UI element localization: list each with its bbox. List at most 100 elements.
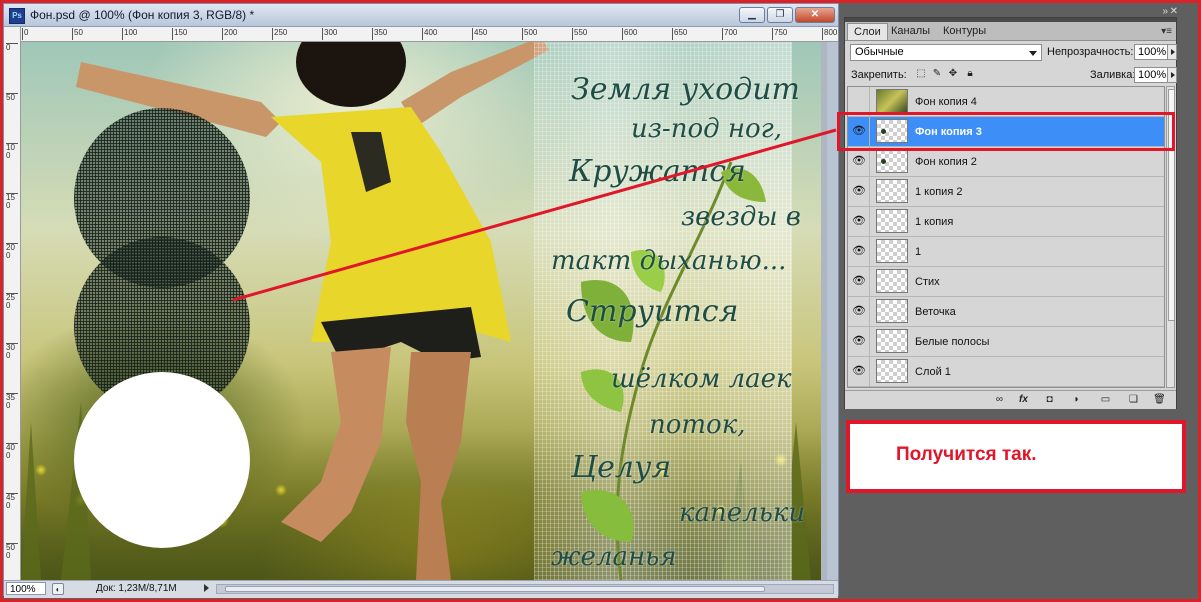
- ruler-tick-label: 450: [472, 28, 487, 40]
- ruler-tick-label: 250: [272, 28, 287, 40]
- layer-row[interactable]: 👁︎ Веточка: [848, 297, 1164, 327]
- canvas-area[interactable]: Земля уходит из-под ног, Кружатся звезды…: [21, 42, 827, 580]
- result-callout: Получится так.: [846, 420, 1186, 493]
- ruler-tick-label: 700: [722, 28, 737, 40]
- ruler-tick-label: 350: [372, 28, 387, 40]
- horizontal-ruler[interactable]: 0 50 100 150 200 250 300 350 400 450 500 550 600 650 7…: [20, 27, 838, 42]
- poem-line: шёлком лаек: [611, 364, 792, 394]
- lock-all-icon[interactable]: 🔒︎: [964, 68, 976, 80]
- fill-arrow-button[interactable]: [1167, 67, 1177, 83]
- panel-menu-icon[interactable]: ▾≡: [1161, 26, 1172, 37]
- visibility-toggle[interactable]: 👁︎: [848, 147, 870, 176]
- layer-name[interactable]: 1 копия 2: [915, 186, 962, 198]
- panel-close-icon[interactable]: ✕: [1170, 6, 1178, 17]
- layer-row[interactable]: 👁︎ Фон копия 2: [848, 147, 1164, 177]
- status-menu-arrow-icon[interactable]: [204, 584, 209, 592]
- poem-line: капельки: [679, 498, 806, 528]
- visibility-toggle[interactable]: 👁︎: [848, 297, 870, 326]
- eye-icon: 👁︎: [852, 215, 866, 227]
- poem-line: желанья: [551, 542, 677, 572]
- status-info-icon[interactable]: ◐: [52, 583, 64, 595]
- layer-name[interactable]: Стих: [915, 276, 940, 288]
- poem-line: поток,: [649, 410, 746, 440]
- new-layer-icon[interactable]: ❏: [1127, 394, 1140, 406]
- layer-name[interactable]: 1 копия: [915, 216, 953, 228]
- horizontal-scrollbar[interactable]: [216, 584, 834, 594]
- poem-line: Земля уходит: [571, 72, 800, 107]
- fill-field[interactable]: 100%: [1134, 67, 1168, 83]
- tab-layers[interactable]: Слои: [847, 23, 888, 40]
- layer-name[interactable]: Веточка: [915, 306, 956, 318]
- ruler-tick-label: 450: [6, 493, 18, 510]
- layer-row[interactable]: 👁︎ 1 копия 2: [848, 177, 1164, 207]
- callout-text: Получится так.: [896, 444, 1037, 465]
- layer-row[interactable]: 👁︎ Стих: [848, 267, 1164, 297]
- visibility-toggle[interactable]: 👁︎: [848, 207, 870, 236]
- layer-thumbnail[interactable]: [876, 209, 908, 233]
- layers-panel: » ✕ Слои Каналы Контуры ▾≡ Обычные Непро…: [844, 6, 1178, 409]
- layer-thumbnail[interactable]: [876, 269, 908, 293]
- lock-brush-icon[interactable]: ✎: [931, 68, 943, 80]
- close-button[interactable]: ✕: [795, 7, 835, 23]
- link-icon[interactable]: ∞: [993, 394, 1006, 406]
- visibility-toggle[interactable]: 👁︎: [848, 357, 870, 386]
- layer-thumbnail[interactable]: [876, 179, 908, 203]
- layer-row[interactable]: 👁︎ 1: [848, 237, 1164, 267]
- minimize-icon: ▁: [748, 9, 756, 20]
- layer-thumbnail[interactable]: [876, 329, 908, 353]
- ruler-tick-label: 350: [6, 393, 18, 410]
- collapse-panel-icon[interactable]: »: [1162, 6, 1168, 17]
- ruler-tick-label: 500: [6, 543, 18, 560]
- layer-name[interactable]: Слой 1: [915, 366, 951, 378]
- horizontal-scroll-thumb[interactable]: [225, 586, 765, 592]
- tab-paths[interactable]: Контуры: [937, 23, 992, 40]
- ruler-tick-label: 400: [422, 28, 437, 40]
- ruler-tick-label: 150: [6, 193, 18, 210]
- visibility-toggle[interactable]: 👁︎: [848, 267, 870, 296]
- selected-layer-highlight: [837, 112, 1175, 151]
- document-titlebar[interactable]: Ps Фон.psd @ 100% (Фон копия 3, RGB/8) *…: [4, 4, 838, 27]
- group-folder-icon[interactable]: ▭: [1099, 394, 1112, 406]
- layer-thumbnail[interactable]: [876, 89, 908, 113]
- chevron-down-icon: [1029, 51, 1037, 56]
- layer-name[interactable]: Белые полосы: [915, 336, 989, 348]
- lock-transparent-icon[interactable]: ⬚: [915, 68, 927, 80]
- layer-row[interactable]: 👁︎ Белые полосы: [848, 327, 1164, 357]
- tab-channels[interactable]: Каналы: [885, 23, 936, 40]
- panel-tabs: Слои Каналы Контуры ▾≡: [845, 22, 1176, 41]
- layer-thumbnail[interactable]: [876, 359, 908, 383]
- blend-mode-value: Обычные: [855, 46, 904, 58]
- zoom-field[interactable]: 100%: [6, 582, 46, 595]
- visibility-toggle[interactable]: 👁︎: [848, 177, 870, 206]
- eye-icon: 👁︎: [852, 305, 866, 317]
- eye-icon: 👁︎: [852, 185, 866, 197]
- opacity-arrow-button[interactable]: [1167, 44, 1177, 60]
- opacity-label: Непрозрачность:: [1047, 46, 1134, 58]
- opacity-field[interactable]: 100%: [1134, 44, 1168, 60]
- layer-row[interactable]: 👁︎ 1 копия: [848, 207, 1164, 237]
- lock-move-icon[interactable]: ✥: [947, 68, 959, 80]
- mask-icon[interactable]: ◘: [1043, 394, 1056, 406]
- layer-name[interactable]: Фон копия 2: [915, 156, 977, 168]
- visibility-toggle[interactable]: 👁︎: [848, 237, 870, 266]
- layer-name[interactable]: Фон копия 4: [915, 96, 977, 108]
- layer-thumbnail[interactable]: [876, 299, 908, 323]
- ruler-tick-label: 750: [772, 28, 787, 40]
- trash-icon[interactable]: 🗑︎: [1153, 394, 1166, 406]
- visibility-toggle[interactable]: 👁︎: [848, 327, 870, 356]
- layer-thumbnail[interactable]: [876, 239, 908, 263]
- poem-line: из-под ног,: [631, 114, 783, 144]
- ruler-tick-label: 50: [72, 28, 83, 40]
- layer-row[interactable]: 👁︎ Слой 1: [848, 357, 1164, 387]
- vertical-ruler[interactable]: 0 50 100 150 200 250 300 350 400 450 500: [4, 27, 21, 580]
- adjustment-icon[interactable]: ◑: [1069, 394, 1082, 406]
- document-info: Док: 1,23M/8,71M: [96, 583, 177, 594]
- fx-icon[interactable]: fx: [1017, 394, 1030, 406]
- minimize-button[interactable]: ▁: [739, 7, 765, 23]
- ruler-tick-label: 800: [822, 28, 837, 40]
- layer-name[interactable]: 1: [915, 246, 921, 258]
- blend-mode-select[interactable]: Обычные: [850, 44, 1042, 61]
- layer-thumbnail[interactable]: [876, 149, 908, 173]
- photoshop-app-icon: Ps: [9, 8, 25, 24]
- restore-button[interactable]: ❐: [767, 7, 793, 23]
